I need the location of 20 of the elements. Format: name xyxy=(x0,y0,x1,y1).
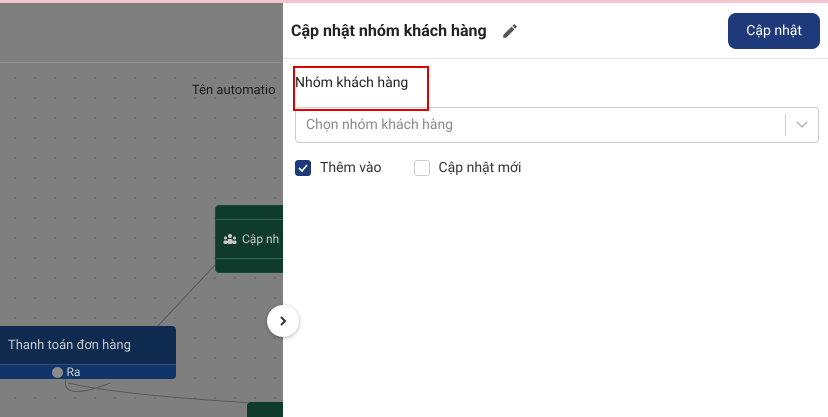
chevron-down-icon xyxy=(796,121,808,129)
port-handle[interactable] xyxy=(52,366,63,378)
action-node[interactable]: Cập nh xyxy=(215,205,283,273)
collapse-button[interactable] xyxy=(267,305,299,337)
port-label: Ra xyxy=(66,365,80,379)
checkbox[interactable] xyxy=(295,160,311,176)
checkbox-label: Thêm vào xyxy=(320,160,382,176)
node-title: Thanh toán đơn hàng xyxy=(7,336,132,354)
select-placeholder: Chọn nhóm khách hàng xyxy=(306,117,454,133)
checkmark-icon xyxy=(298,164,308,172)
node-title: Cập nh xyxy=(242,232,280,246)
trigger-node[interactable]: Thanh toán đơn hàng Ra xyxy=(0,326,176,379)
chevron-right-icon xyxy=(279,315,287,327)
automation-name-label: Tên automatio xyxy=(192,83,276,98)
edit-icon[interactable] xyxy=(500,22,519,40)
panel-title: Cập nhật nhóm khách hàng xyxy=(291,21,487,40)
checkbox-label: Cập nhật mới xyxy=(438,160,522,176)
update-button[interactable]: Cập nhật xyxy=(728,12,820,48)
group-icon xyxy=(223,234,237,244)
field-label: Nhóm khách hàng xyxy=(295,75,408,91)
